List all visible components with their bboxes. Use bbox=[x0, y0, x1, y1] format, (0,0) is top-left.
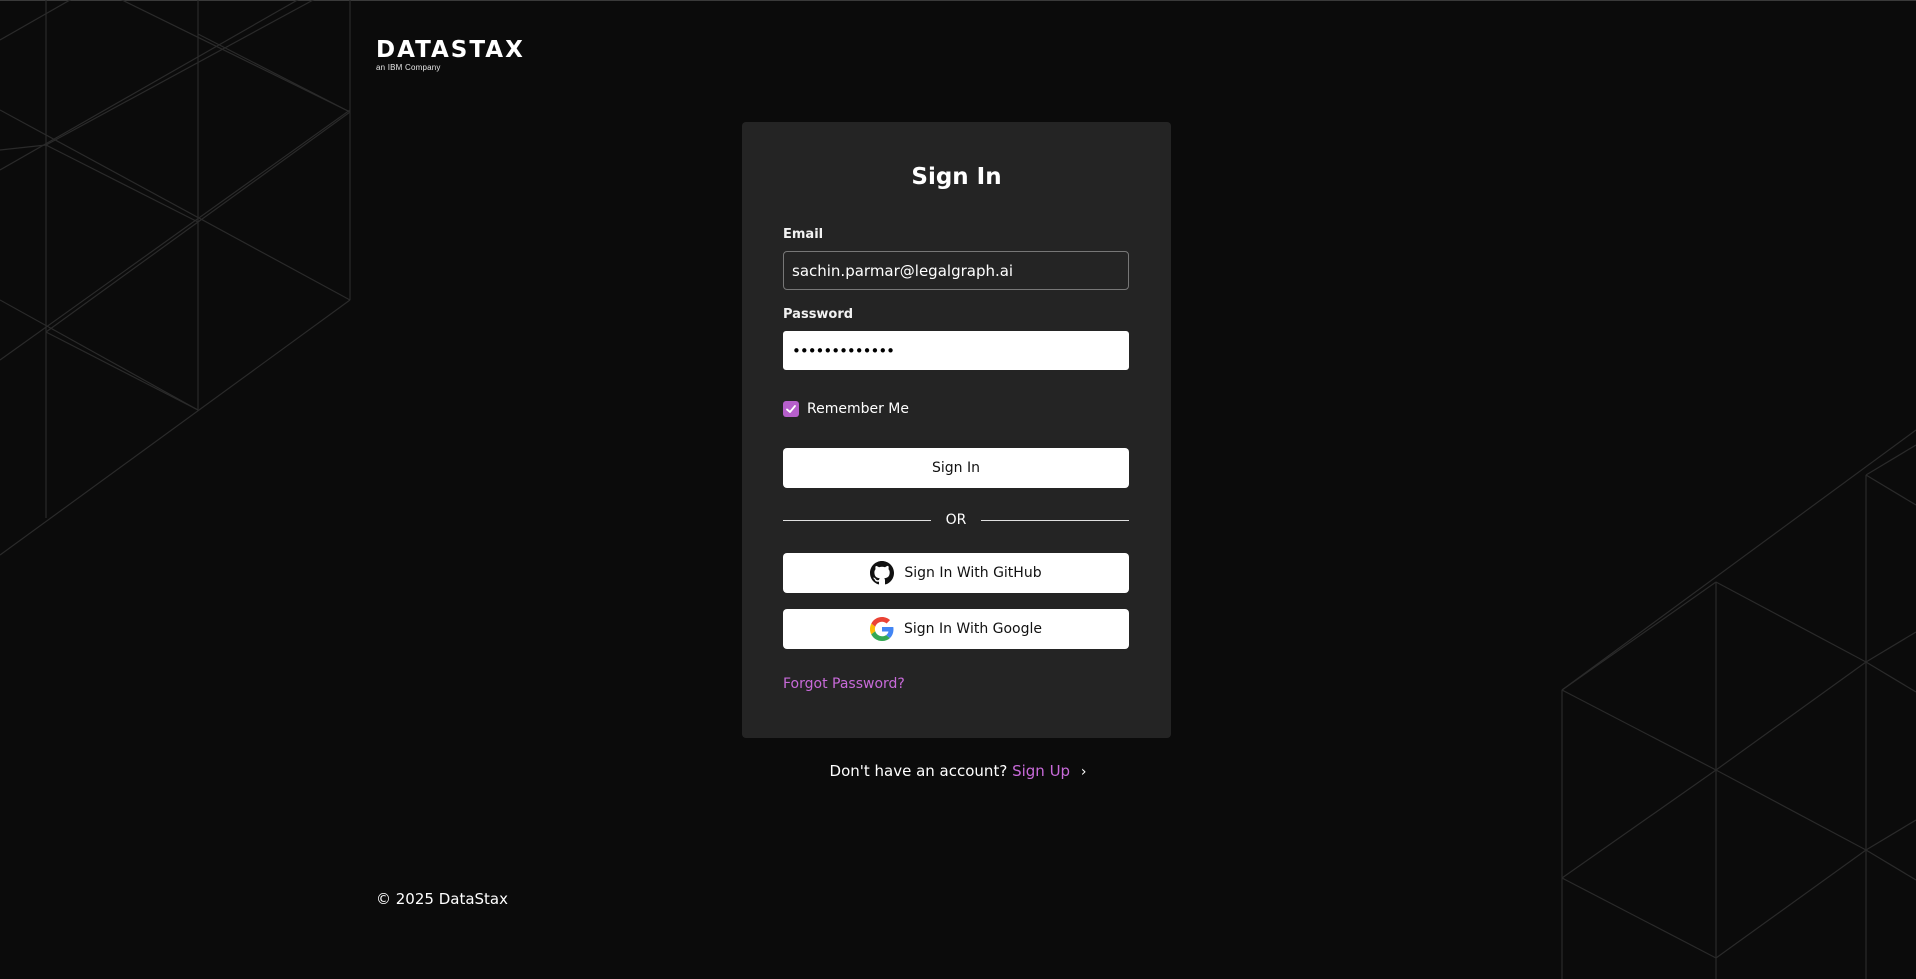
sign-in-button-label: Sign In bbox=[932, 460, 980, 476]
github-signin-label: Sign In With GitHub bbox=[904, 565, 1042, 581]
remember-me-label: Remember Me bbox=[807, 401, 909, 417]
password-field[interactable]: ••••••••••••• bbox=[783, 331, 1129, 370]
google-signin-button[interactable]: Sign In With Google bbox=[783, 609, 1129, 649]
signup-prompt: Don't have an account? Sign Up › bbox=[0, 762, 1916, 780]
check-icon bbox=[786, 405, 796, 413]
email-field[interactable] bbox=[783, 251, 1129, 290]
forgot-password-link[interactable]: Forgot Password? bbox=[783, 676, 905, 692]
or-text: OR bbox=[945, 512, 967, 528]
google-signin-label: Sign In With Google bbox=[903, 621, 1043, 637]
divider-line-right bbox=[981, 519, 1129, 521]
email-label: Email bbox=[783, 227, 824, 242]
signup-prompt-text: Don't have an account? bbox=[829, 762, 1008, 780]
signin-card: Sign In Email Password ••••••••••••• Rem… bbox=[742, 122, 1171, 738]
remember-me-checkbox[interactable] bbox=[783, 401, 799, 417]
datastax-wordmark: DATASTAX bbox=[376, 38, 525, 60]
copyright-text: © 2025 DataStax bbox=[376, 890, 508, 908]
github-signin-button[interactable]: Sign In With GitHub bbox=[783, 553, 1129, 593]
github-icon bbox=[870, 561, 895, 585]
logo-tagline: an IBM Company bbox=[376, 63, 441, 72]
svg-text:DATASTAX: DATASTAX bbox=[376, 38, 525, 60]
or-divider: OR bbox=[783, 510, 1129, 530]
google-icon bbox=[869, 617, 894, 641]
chevron-right-icon[interactable]: › bbox=[1081, 764, 1087, 780]
sign-in-button[interactable]: Sign In bbox=[783, 448, 1129, 488]
datastax-logo: DATASTAX an IBM Company bbox=[376, 38, 560, 72]
signin-title: Sign In bbox=[911, 164, 1002, 190]
signup-link[interactable]: Sign Up bbox=[1012, 762, 1070, 780]
divider-line-left bbox=[783, 519, 931, 521]
remember-me-row[interactable]: Remember Me bbox=[783, 401, 909, 417]
password-label: Password bbox=[783, 307, 854, 322]
